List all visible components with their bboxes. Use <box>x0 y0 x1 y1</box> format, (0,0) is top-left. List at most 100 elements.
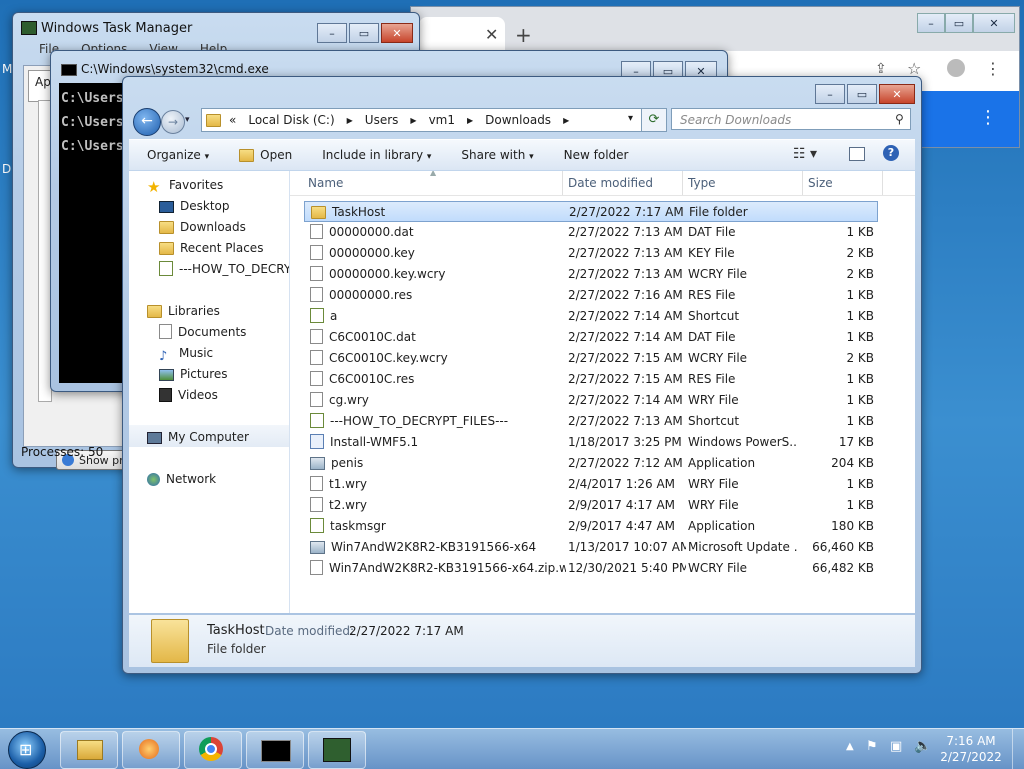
nav-music[interactable]: ♪ Music <box>159 343 213 364</box>
start-button[interactable]: ⊞ <box>8 731 46 769</box>
organize-button[interactable]: Organize ▾ <box>147 148 209 162</box>
nav-pictures[interactable]: Pictures <box>159 364 228 384</box>
page-menu-icon[interactable]: ⋮ <box>979 107 997 128</box>
address-overflow[interactable]: « <box>229 113 236 127</box>
action-center-icon[interactable]: ⚑ <box>866 739 878 754</box>
file-row[interactable]: t2.wry 2/9/2017 4:17 AM WRY File 1 KB <box>304 495 878 516</box>
explorer-window[interactable]: – ▭ ✕ ← → ▾ « Local Disk (C:) ▶ Users ▶ … <box>122 76 922 674</box>
file-row[interactable]: TaskHost 2/27/2022 7:17 AM File folder <box>304 201 878 222</box>
column-name[interactable]: Name <box>308 176 343 190</box>
open-button[interactable]: Open <box>239 148 292 162</box>
nav-how-to-decrypt[interactable]: ---HOW_TO_DECRY <box>159 259 289 279</box>
breadcrumb-users[interactable]: Users <box>365 113 399 127</box>
preview-pane-icon[interactable] <box>849 147 865 161</box>
view-options-icon[interactable]: ☷ ▾ <box>793 146 817 162</box>
file-size-cell: 180 KB <box>831 519 874 533</box>
open-label: Open <box>260 148 293 162</box>
file-row[interactable]: Win7AndW2K8R2-KB3191566-x64 1/13/2017 10:… <box>304 537 878 558</box>
column-size[interactable]: Size <box>808 176 833 190</box>
explorer-close-icon[interactable]: ✕ <box>879 84 915 104</box>
help-icon[interactable]: ? <box>883 145 899 161</box>
nav-favorites[interactable]: ★ Favorites <box>147 175 223 196</box>
nav-network[interactable]: Network <box>147 469 216 489</box>
address-dropdown-icon[interactable]: ▾ <box>628 113 633 124</box>
file-row[interactable]: 00000000.key.wcry 2/27/2022 7:13 AM WCRY F… <box>304 264 878 285</box>
file-row[interactable]: cg.wry 2/27/2022 7:14 AM WRY File 1 KB <box>304 390 878 411</box>
chevron-right-icon[interactable]: ▶ <box>410 116 416 125</box>
chrome-menu-icon[interactable]: ⋮ <box>985 59 1001 78</box>
nav-desktop[interactable]: Desktop <box>159 196 230 216</box>
show-desktop-button[interactable] <box>1012 729 1024 769</box>
forward-button[interactable]: → <box>161 110 185 134</box>
file-row[interactable]: C6C0010C.dat 2/27/2022 7:14 AM DAT File 1 K… <box>304 327 878 348</box>
nav-videos[interactable]: Videos <box>159 385 218 405</box>
taskbar-cmd[interactable] <box>246 731 304 769</box>
file-row[interactable]: t1.wry 2/4/2017 1:26 AM WRY File 1 KB <box>304 474 878 495</box>
column-type[interactable]: Type <box>688 176 716 190</box>
profile-avatar-icon[interactable] <box>947 59 965 77</box>
new-tab-icon[interactable]: + <box>515 23 532 47</box>
file-size-cell: 2 KB <box>846 267 874 281</box>
breadcrumb-local-disk[interactable]: Local Disk (C:) <box>248 113 334 127</box>
maximize-icon[interactable]: ▭ <box>945 13 973 33</box>
file-row[interactable]: 00000000.dat 2/27/2022 7:13 AM DAT File 1 K… <box>304 222 878 243</box>
tm-maximize-icon[interactable]: ▭ <box>349 23 379 43</box>
recent-pages-chevron-icon[interactable]: ▾ <box>185 115 190 125</box>
breadcrumb-vm1[interactable]: vm1 <box>429 113 455 127</box>
file-row[interactable]: C6C0010C.key.wcry 2/27/2022 7:15 AM WCRY F… <box>304 348 878 369</box>
column-divider[interactable] <box>682 171 683 195</box>
include-in-library-button[interactable]: Include in library ▾ <box>322 148 431 162</box>
file-type-cell: Shortcut <box>688 309 740 323</box>
minimize-icon[interactable]: – <box>917 13 945 33</box>
file-size-cell: 1 KB <box>846 225 874 239</box>
chevron-right-icon[interactable]: ▶ <box>563 116 569 125</box>
explorer-minimize-icon[interactable]: – <box>815 84 845 104</box>
column-divider[interactable] <box>802 171 803 195</box>
file-row[interactable]: Win7AndW2K8R2-KB3191566-x64.zip.wcry 12/3… <box>304 558 878 579</box>
nav-my-computer[interactable]: My Computer <box>147 427 249 447</box>
close-tab-icon[interactable]: ✕ <box>485 25 498 44</box>
file-row[interactable]: Install-WMF5.1 1/18/2017 3:25 PM Windows P… <box>304 432 878 453</box>
nav-recent-places[interactable]: Recent Places <box>159 238 263 258</box>
back-button[interactable]: ← <box>133 108 161 136</box>
chevron-right-icon[interactable]: ▶ <box>347 116 353 125</box>
file-type-cell: WRY File <box>688 393 739 407</box>
volume-icon[interactable]: 🔈 <box>914 738 931 754</box>
taskbar-media-player[interactable] <box>122 731 180 769</box>
file-row[interactable]: taskmsgr 2/9/2017 4:47 AM Application 180 K… <box>304 516 878 537</box>
file-row[interactable]: 00000000.key 2/27/2022 7:13 AM KEY File 2 K… <box>304 243 878 264</box>
nav-libraries[interactable]: Libraries <box>147 301 220 321</box>
file-row[interactable]: penis 2/27/2022 7:12 AM Application 204 KB <box>304 453 878 474</box>
file-row[interactable]: C6C0010C.res 2/27/2022 7:15 AM RES File 1 K… <box>304 369 878 390</box>
file-row[interactable]: ---HOW_TO_DECRYPT_FILES--- 2/27/2022 7:13… <box>304 411 878 432</box>
chevron-right-icon[interactable]: ▶ <box>467 116 473 125</box>
column-divider[interactable] <box>882 171 883 195</box>
column-date[interactable]: Date modified <box>568 176 653 190</box>
taskbar-chrome[interactable] <box>184 731 242 769</box>
search-icon[interactable]: ⚲ <box>895 112 904 126</box>
column-divider[interactable] <box>562 171 563 195</box>
close-icon[interactable]: ✕ <box>973 13 1015 33</box>
nav-documents[interactable]: Documents <box>159 322 246 342</box>
clock[interactable]: 7:16 AM 2/27/2022 <box>936 733 1006 765</box>
file-name: C6C0010C.key.wcry <box>329 351 448 365</box>
taskbar-task-manager[interactable] <box>308 731 366 769</box>
refresh-icon[interactable]: ⟳ <box>641 108 667 132</box>
file-row[interactable]: a 2/27/2022 7:14 AM Shortcut 1 KB <box>304 306 878 327</box>
address-bar[interactable]: « Local Disk (C:) ▶ Users ▶ vm1 ▶ Downlo… <box>201 108 663 132</box>
network-tray-icon[interactable]: ▣ <box>890 739 902 754</box>
show-hidden-icons-icon[interactable]: ▲ <box>846 741 854 752</box>
breadcrumb-downloads[interactable]: Downloads <box>485 113 551 127</box>
tm-close-icon[interactable]: ✕ <box>381 23 413 43</box>
share-with-button[interactable]: Share with ▾ <box>461 148 533 162</box>
tm-minimize-icon[interactable]: – <box>317 23 347 43</box>
file-row[interactable]: 00000000.res 2/27/2022 7:16 AM RES File 1 K… <box>304 285 878 306</box>
explorer-maximize-icon[interactable]: ▭ <box>847 84 877 104</box>
share-icon[interactable]: ⇪ <box>875 61 887 77</box>
file-name-cell: Win7AndW2K8R2-KB3191566-x64 <box>310 537 566 558</box>
nav-downloads[interactable]: Downloads <box>159 217 246 237</box>
chrome-tab[interactable]: ✕ <box>419 17 505 51</box>
taskbar-explorer[interactable] <box>60 731 118 769</box>
new-folder-button[interactable]: New folder <box>564 148 629 162</box>
search-input[interactable]: Search Downloads <box>671 108 911 130</box>
